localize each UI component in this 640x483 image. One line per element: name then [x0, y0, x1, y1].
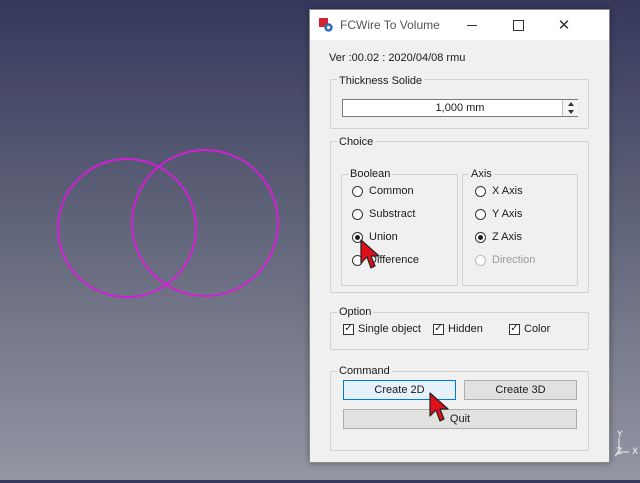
radio-label: Y Axis [492, 208, 523, 220]
checkmark-icon: ✓ [343, 323, 354, 335]
close-icon: ✕ [557, 15, 571, 34]
option-group-title: Option [337, 306, 374, 318]
radio-y-axis[interactable]: Y Axis [475, 207, 522, 221]
spin-down-button[interactable] [563, 108, 578, 116]
maximize-button[interactable] [495, 10, 541, 40]
thickness-input[interactable]: 1,000 mm [342, 99, 578, 117]
checkmark-icon: ✓ [509, 323, 520, 335]
thickness-group-title: Thickness Solide [337, 75, 425, 87]
mouse-cursor-icon [360, 239, 380, 269]
mouse-cursor-icon [429, 392, 449, 422]
fcwire-dialog: FCWire To Volume ✕ Ver :00.02 : 2020/04/… [309, 9, 610, 463]
axis-z-label: Z [616, 447, 623, 457]
left-circle [57, 158, 197, 298]
radio-label: Substract [369, 208, 416, 220]
radio-indicator [352, 208, 363, 220]
chevron-up-icon [567, 102, 574, 106]
axis-x-label: X [632, 447, 639, 457]
spin-up-button[interactable] [563, 100, 578, 108]
minimize-icon [467, 24, 477, 26]
radio-z-axis[interactable]: Z Axis [475, 230, 522, 244]
minimize-button[interactable] [449, 10, 495, 40]
checkbox-label: Hidden [448, 323, 483, 335]
checkbox-label: Single object [358, 323, 421, 335]
radio-label: Common [369, 185, 414, 197]
radio-label: X Axis [492, 185, 523, 197]
title-bar[interactable]: FCWire To Volume ✕ [310, 10, 609, 40]
radio-indicator [475, 254, 486, 266]
close-button[interactable]: ✕ [541, 10, 587, 40]
checkbox-label: Color [524, 323, 551, 335]
create-3d-button[interactable]: Create 3D [464, 380, 577, 400]
version-label: Ver :00.02 : 2020/04/08 rmu [329, 52, 466, 64]
radio-label: Direction [492, 254, 536, 266]
right-circle [131, 149, 279, 297]
checkbox-hidden[interactable]: ✓ Hidden [433, 322, 483, 336]
choice-group-title: Choice [337, 136, 376, 148]
axis-y-label: Y [617, 430, 623, 440]
window-title: FCWire To Volume [340, 18, 440, 32]
quit-button[interactable]: Quit [343, 409, 577, 429]
boolean-group-title: Boolean [348, 168, 393, 180]
radio-substract[interactable]: Substract [352, 207, 415, 221]
radio-label: Z Axis [492, 231, 522, 243]
radio-indicator [352, 185, 363, 197]
command-group-title: Command [337, 365, 392, 377]
thickness-value: 1,000 mm [435, 102, 485, 114]
maximize-icon [512, 19, 524, 31]
thickness-spinner[interactable] [562, 100, 578, 116]
radio-direction: Direction [475, 253, 535, 267]
chevron-down-icon [567, 110, 574, 114]
axis-group-title: Axis [469, 168, 494, 180]
checkbox-single-object[interactable]: ✓ Single object [343, 322, 421, 336]
radio-indicator [475, 185, 486, 197]
radio-indicator [475, 208, 486, 220]
radio-x-axis[interactable]: X Axis [475, 184, 523, 198]
radio-indicator [475, 231, 486, 243]
freecad-gear-icon [319, 18, 333, 32]
axis-indicator: Y Z X [612, 430, 640, 460]
checkmark-icon: ✓ [433, 323, 444, 335]
radio-common[interactable]: Common [352, 184, 414, 198]
checkbox-color[interactable]: ✓ Color [509, 322, 550, 336]
